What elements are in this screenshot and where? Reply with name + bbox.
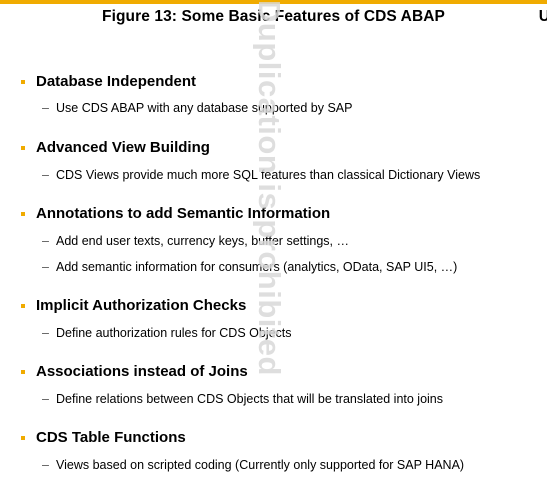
section-heading: Associations instead of Joins [36,363,248,380]
section-item: – Define relations between CDS Objects th… [42,392,443,406]
section-heading: Advanced View Building [36,139,210,156]
dash-icon: – [42,101,49,115]
dash-icon: – [42,234,49,248]
bullet-icon [21,436,25,440]
dash-icon: – [42,260,49,274]
section-item: – CDS Views provide much more SQL feature… [42,168,480,182]
bullet-icon [21,304,25,308]
dash-icon: – [42,326,49,340]
top-accent-bar [0,0,547,4]
dash-icon: – [42,392,49,406]
bullet-icon [21,146,25,150]
section-heading: CDS Table Functions [36,429,186,446]
dash-icon: – [42,458,49,472]
bullet-icon [21,80,25,84]
dash-icon: – [42,168,49,182]
bullet-icon [21,212,25,216]
section-item: – Views based on scripted coding (Current… [42,458,464,472]
section-item: – Add end user texts, currency keys, buff… [42,234,349,248]
section-item-text: CDS Views provide much more SQL features… [56,168,481,182]
bullet-icon [21,370,25,374]
section-item: – Define authorization rules for CDS Obje… [42,326,292,340]
section-heading: Annotations to add Semantic Information [36,205,331,222]
section-item-text: Define relations between CDS Objects tha… [56,392,444,406]
section-heading: Implicit Authorization Checks [36,297,247,314]
section-item: – Add semantic information for consumers … [42,260,457,274]
watermark-text: Duplication is prohibited [253,0,287,376]
figure-title: Figure 13: Some Basic Features of CDS AB… [102,8,445,25]
section-item-text: Use CDS ABAP with any database supported… [56,101,353,115]
edge-letter: U [538,8,547,25]
section-item: – Use CDS ABAP with any database supporte… [42,101,352,115]
section-item-text: Define authorization rules for CDS Objec… [56,326,292,340]
section-heading: Database Independent [36,73,197,90]
section-item-text: Views based on scripted coding (Currentl… [56,458,465,472]
section-item-text: Add end user texts, currency keys, buffe… [56,234,349,248]
section-item-text: Add semantic information for consumers (… [56,260,458,274]
